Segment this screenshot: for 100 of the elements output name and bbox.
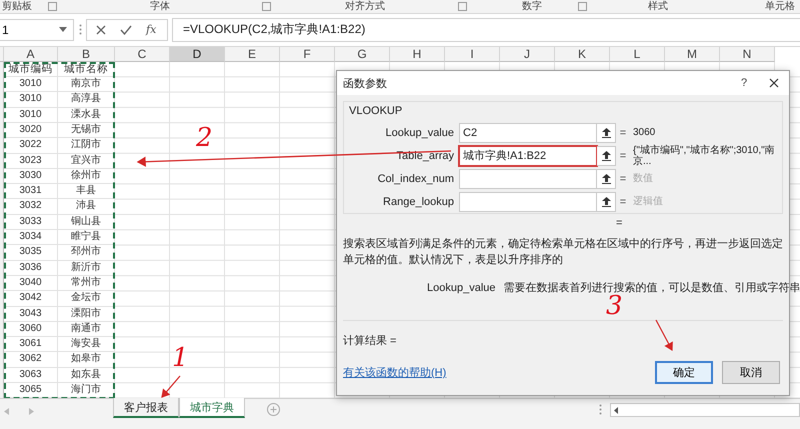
splitter-handle-icon[interactable]	[599, 404, 602, 416]
table-cell: 睢宁县	[58, 230, 115, 246]
ribbon-group-label: 数字	[522, 0, 542, 12]
cancel-icon[interactable]	[96, 24, 106, 35]
close-icon[interactable]	[769, 78, 779, 88]
table-cell: 铜山县	[58, 214, 115, 230]
annotation-number: 2	[196, 124, 213, 152]
table-cell: 海安县	[58, 337, 115, 352]
drag-handle-icon[interactable]	[78, 24, 82, 36]
column-header[interactable]: J	[500, 46, 555, 62]
column-header[interactable]: D	[170, 46, 225, 62]
argument-description: 需要在数据表首列进行搜索的值，可以是数值、引用或字符串	[504, 280, 800, 294]
add-sheet-icon[interactable]	[267, 403, 280, 416]
scroll-right-icon[interactable]	[29, 408, 34, 416]
collapse-dialog-icon[interactable]	[602, 128, 610, 138]
table-cell: 3034	[4, 230, 58, 246]
table-cell: 3061	[4, 337, 58, 352]
table-cell: 溧水县	[58, 108, 115, 123]
dropdown-caret-icon[interactable]	[59, 27, 67, 32]
horizontal-scrollbar[interactable]	[610, 403, 800, 418]
formula-input[interactable]: =VLOOKUP(C2,城市字典!A1:B22)	[172, 18, 800, 42]
column-header[interactable]: I	[445, 46, 500, 62]
argument-label: Lookup_value	[384, 126, 455, 138]
table-cell: 邳州市	[58, 245, 115, 261]
column-header[interactable]: M	[665, 46, 720, 62]
equals-sign: =	[618, 126, 628, 138]
annotation-number: 3	[606, 292, 623, 320]
dialog-launcher-icon[interactable]	[262, 2, 271, 11]
table-cell: 新沂市	[58, 260, 115, 276]
table-cell: 3010	[4, 77, 58, 92]
ribbon-group-label: 对齐方式	[345, 0, 385, 12]
dialog-launcher-icon[interactable]	[48, 2, 57, 11]
argument-result: {"城市编码","城市名称";3010,"南京...	[632, 144, 776, 166]
table-cell: 3042	[4, 291, 58, 307]
dialog-launcher-icon[interactable]	[458, 2, 467, 11]
table-cell: 南京市	[58, 77, 115, 92]
annotation-number: 1	[172, 344, 189, 372]
column-header[interactable]: F	[280, 46, 335, 62]
sheet-tab[interactable]: 城市字典	[179, 398, 245, 418]
column-header[interactable]: E	[225, 46, 280, 62]
dialog-title: 函数参数	[343, 76, 388, 90]
table-cell: 金坛市	[58, 291, 115, 307]
formula-result-sign: =	[616, 216, 622, 231]
table-cell: 3023	[4, 154, 58, 169]
name-box[interactable]: 1	[0, 18, 74, 41]
column-header[interactable]: A	[4, 46, 58, 62]
table-cell: 3043	[4, 306, 58, 322]
help-button[interactable]: ?	[729, 77, 759, 89]
ribbon-group-label: 单元格	[765, 0, 795, 12]
table-cell: 高淳县	[58, 92, 115, 108]
table-cell: 3020	[4, 122, 58, 138]
table-cell: 3030	[4, 168, 58, 184]
equals-sign: =	[618, 196, 628, 208]
collapse-dialog-icon[interactable]	[602, 196, 610, 206]
table-cell: 江阴市	[58, 138, 115, 154]
function-help-link[interactable]: 有关该函数的帮助(H)	[343, 365, 655, 380]
argument-label: Range_lookup	[382, 196, 455, 208]
equals-sign: =	[618, 150, 628, 162]
annotation-arrow	[161, 376, 180, 398]
table-cell: 徐州市	[58, 168, 115, 184]
function-description: 搜索表区域首列满足条件的元素，确定待检索单元格在区域中的行序号，再进一步返回选定单元格的值。默认情况下，表是以升序排序的	[342, 236, 784, 268]
calculation-result-label: 计算结果 =	[342, 334, 398, 349]
collapse-dialog-icon[interactable]	[602, 174, 610, 184]
column-header[interactable]: G	[335, 46, 390, 62]
column-header[interactable]: B	[58, 46, 115, 62]
argument-type-hint: 逻辑值	[632, 196, 664, 207]
ok-button[interactable]: 确定	[655, 361, 713, 384]
argument-input[interactable]: 城市字典!A1:B22	[459, 146, 597, 166]
annotation-arrow	[655, 320, 673, 352]
checkmark-icon[interactable]	[120, 24, 132, 35]
table-cell: 3036	[4, 260, 58, 276]
argument-type-hint: 数值	[632, 173, 654, 184]
column-header[interactable]: C	[115, 46, 170, 62]
argument-input[interactable]	[459, 192, 597, 212]
table-cell: 南通市	[58, 322, 115, 338]
collapse-dialog-icon[interactable]	[602, 150, 610, 160]
scroll-left-icon[interactable]	[614, 406, 618, 414]
table-cell: 无锡市	[58, 122, 115, 138]
ribbon-group-label: 剪贴板	[2, 0, 32, 12]
argument-input[interactable]	[459, 168, 597, 188]
equals-sign: =	[618, 172, 628, 184]
ribbon-group-label: 样式	[648, 0, 668, 12]
table-cell: 沛县	[58, 199, 115, 215]
table-cell: 3033	[4, 214, 58, 230]
dialog-launcher-icon[interactable]	[578, 2, 587, 11]
table-cell: 3032	[4, 199, 58, 215]
column-header[interactable]: K	[555, 46, 610, 62]
sheet-tab[interactable]: 客户报表	[113, 398, 179, 418]
column-header[interactable]: L	[610, 46, 665, 62]
table-cell: 3035	[4, 245, 58, 261]
column-header[interactable]: H	[390, 46, 445, 62]
insert-function-button[interactable]: fx	[146, 23, 156, 36]
cancel-button[interactable]: 取消	[722, 361, 780, 384]
table-cell: 3031	[4, 184, 58, 200]
table-cell: 如东县	[58, 368, 115, 384]
table-cell: 3062	[4, 352, 58, 368]
table-cell: 3040	[4, 276, 58, 292]
column-header[interactable]: N	[720, 46, 775, 62]
table-cell: 3010	[4, 92, 58, 108]
argument-input[interactable]: C2	[459, 122, 597, 142]
